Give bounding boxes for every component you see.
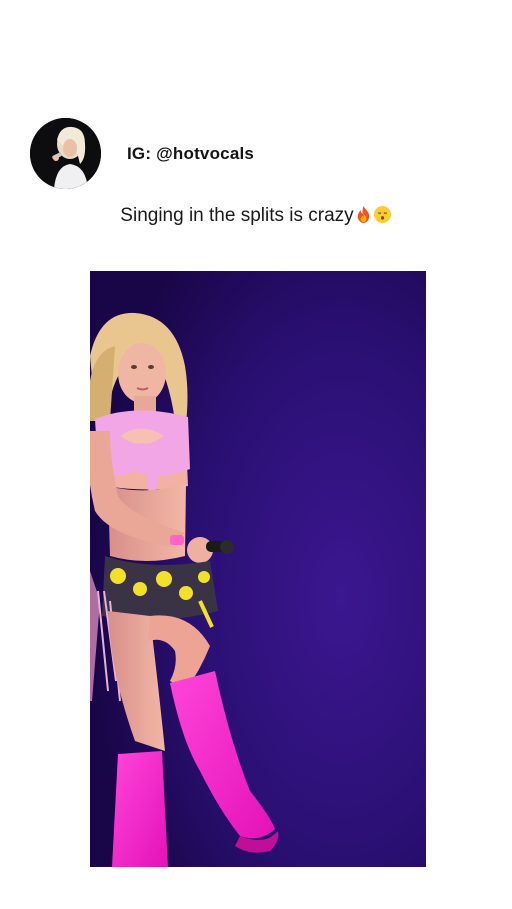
face-exhaling-emoji-icon xyxy=(373,205,391,224)
post-header: IG: @hotvocals xyxy=(30,118,254,189)
fire-emoji-icon xyxy=(357,205,369,224)
video-frame[interactable] xyxy=(90,271,426,867)
author-handle[interactable]: IG: @hotvocals xyxy=(127,144,254,164)
avatar-image xyxy=(30,118,101,189)
post-caption: Singing in the splits is crazy xyxy=(0,205,512,227)
avatar[interactable] xyxy=(30,118,101,189)
caption-text: Singing in the splits is crazy xyxy=(120,205,354,226)
performer-stage-image xyxy=(90,271,426,867)
